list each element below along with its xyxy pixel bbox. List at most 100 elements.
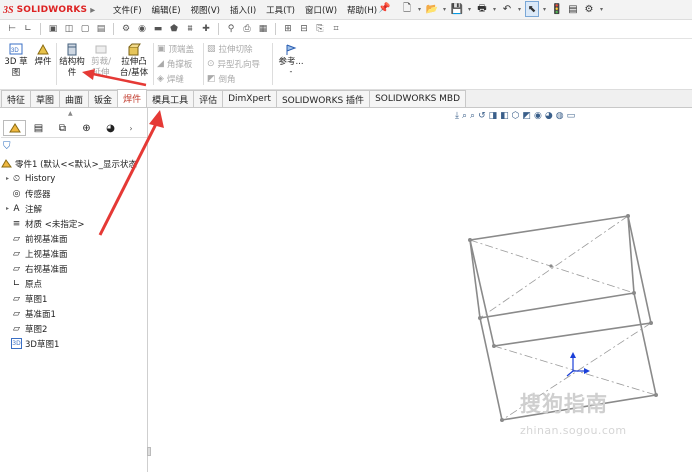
options-dropdown-icon[interactable]: ▾ [598,1,605,17]
view-tool-icon-11[interactable]: ⚲ [225,23,237,35]
hole-wizard-button[interactable]: ⊙ 异型孔向导 [207,58,260,70]
view-tool-icon-5[interactable]: ⚙ [120,23,132,35]
rebuild-icon[interactable]: 🚦 [550,1,564,17]
edit-appearance-icon[interactable]: ◕ [545,111,553,121]
tab-evaluate[interactable]: 评估 [193,90,224,107]
panel-splitter[interactable] [147,447,151,456]
tree-item[interactable]: ▱ 前视基准面 [0,231,148,246]
view-tool-icon-13[interactable]: ▦ [257,23,269,35]
save-icon[interactable]: 💾 [450,1,464,17]
tree-item[interactable]: ▸ A 注解 [0,201,148,216]
tab-solidworks-mbd[interactable]: SOLIDWORKS MBD [369,90,467,107]
smart-dimension-icon[interactable]: ⊢ [6,23,18,35]
tree-item[interactable]: 3D 3D草图1 [0,336,148,351]
display-manager-tab-icon[interactable]: ◕ [99,120,122,136]
menu-tools[interactable]: 工具(T) [261,3,300,17]
reference-geometry-button[interactable]: 参考... - [276,42,306,76]
tab-features[interactable]: 特征 [1,90,32,107]
tree-item[interactable]: ▸ ⏲ History [0,171,148,186]
previous-view-icon[interactable]: ↺ [478,111,486,121]
view-tool-icon-17[interactable]: ⌗ [330,23,342,35]
view-orientation-icon[interactable]: ⤓ [455,111,459,121]
tab-weldments[interactable]: 焊件 [117,89,148,107]
configuration-manager-tab-icon[interactable]: ⧉ [51,120,74,136]
extrude-boss-button[interactable]: 拉伸凸 台/基体 [117,42,151,79]
print-icon[interactable]: 🖶 [475,1,489,17]
zoom-to-area-icon[interactable]: ⌕ [470,111,475,121]
logo-arrow-icon[interactable]: ▸ [90,5,95,16]
gusset-button[interactable]: ◢ 角撑板 [157,58,192,70]
tree-item[interactable]: ▱ 草图2 [0,321,148,336]
print-dropdown-icon[interactable]: ▾ [491,1,498,17]
view-tool-icon-14[interactable]: ⊞ [282,23,294,35]
tab-mold-tools[interactable]: 模具工具 [146,90,195,107]
end-cap-button[interactable]: ▣ 顶端盖 [157,43,194,55]
dynamic-annotation-icon[interactable]: ◧ [500,111,509,121]
tree-item[interactable]: ▱ 草图1 [0,291,148,306]
tree-item[interactable]: ▱ 上视基准面 [0,246,148,261]
view-tool-icon-4[interactable]: ▤ [95,23,107,35]
view-tool-icon-3[interactable]: ▢ [79,23,91,35]
view-tool-icon-15[interactable]: ⊟ [298,23,310,35]
view-tool-icon-9[interactable]: ⩩ [184,23,196,35]
undo-icon[interactable]: ↶ [500,1,514,17]
display-style-icon[interactable]: ◩ [523,111,532,121]
weld-bead-button[interactable]: ◈ 焊缝 [157,73,184,85]
tab-solidworks-addins[interactable]: SOLIDWORKS 插件 [275,90,371,107]
apply-scene-icon[interactable]: ◍ [556,111,564,121]
tree-item[interactable]: ∟ 原点 [0,276,148,291]
section-view-icon[interactable]: ◨ [489,111,498,121]
weldment-button[interactable]: 焊件 [32,42,54,68]
solidworks-logo[interactable]: 3S SOLIDWORKS ▸ [3,3,95,17]
view-settings-icon[interactable]: ▭ [567,111,576,121]
structural-member-button[interactable]: 结构构 件 [58,42,86,79]
undo-dropdown-icon[interactable]: ▾ [516,1,523,17]
filter-icon[interactable]: ⛉ [3,141,11,152]
hide-show-items-icon[interactable]: ◉ [534,111,542,121]
new-document-icon[interactable]: 🗋 [400,1,414,17]
menu-view[interactable]: 视图(V) [186,3,225,17]
pin-menu-icon[interactable]: 📌 [378,3,390,14]
menu-help[interactable]: 帮助(H) [342,3,382,17]
expand-arrow-icon[interactable]: ▸ [4,175,11,182]
tab-sheet-metal[interactable]: 钣金 [88,90,119,107]
tree-item[interactable]: ◎ 传感器 [0,186,148,201]
open-icon[interactable]: 📂 [425,1,439,17]
tab-sketch[interactable]: 草图 [30,90,61,107]
feature-manager-tab-icon[interactable] [3,120,26,136]
tab-surfaces[interactable]: 曲面 [59,90,90,107]
view-tool-icon-8[interactable]: ⬟ [168,23,180,35]
tree-root-part[interactable]: 零件1 (默认<<默认>_显示状态 [0,156,148,171]
dimxpert-manager-tab-icon[interactable]: ⊕ [75,120,98,136]
view-tool-icon-2[interactable]: ◫ [63,23,75,35]
view-orientation-cube-icon[interactable]: ⬡ [512,111,520,121]
menu-window[interactable]: 窗口(W) [300,3,342,17]
property-manager-tab-icon[interactable]: ▤ [27,120,50,136]
sketch3d-button[interactable]: 3D 3D 草 图 [4,42,28,79]
zoom-to-fit-icon[interactable]: ⌕ [462,111,467,121]
menu-insert[interactable]: 插入(I) [225,3,261,17]
more-tabs-icon[interactable]: › [125,120,137,136]
options-gear-icon[interactable]: ⚙ [582,1,596,17]
menu-file[interactable]: 文件(F) [108,3,147,17]
tab-dimxpert[interactable]: DimXpert [222,90,277,107]
view-tool-icon-12[interactable]: ⎙ [241,23,253,35]
save-dropdown-icon[interactable]: ▾ [466,1,473,17]
open-dropdown-icon[interactable]: ▾ [441,1,448,17]
reference-dropdown-icon[interactable]: - [290,68,293,76]
view-tool-icon-6[interactable]: ◉ [136,23,148,35]
tree-item[interactable]: ▱ 右视基准面 [0,261,148,276]
tree-item[interactable]: ▱ 基准面1 [0,306,148,321]
collapse-panel-icon[interactable]: ▲ [68,110,73,117]
expand-arrow-icon[interactable]: ▸ [4,205,11,212]
select-dropdown-icon[interactable]: ▾ [541,1,548,17]
select-pointer-icon[interactable]: ⬉ [525,1,539,17]
view-tool-icon-7[interactable]: ▬ [152,23,164,35]
file-properties-icon[interactable]: ▤ [566,1,580,17]
trim-extend-button[interactable]: 剪裁/ 延伸 [89,42,113,79]
new-dropdown-icon[interactable]: ▾ [416,1,423,17]
tree-item[interactable]: ≡ 材质 <未指定> [0,216,148,231]
view-tool-icon-1[interactable]: ▣ [47,23,59,35]
extruded-cut-button[interactable]: ▧ 拉伸切除 [207,43,253,55]
menu-edit[interactable]: 编辑(E) [147,3,186,17]
